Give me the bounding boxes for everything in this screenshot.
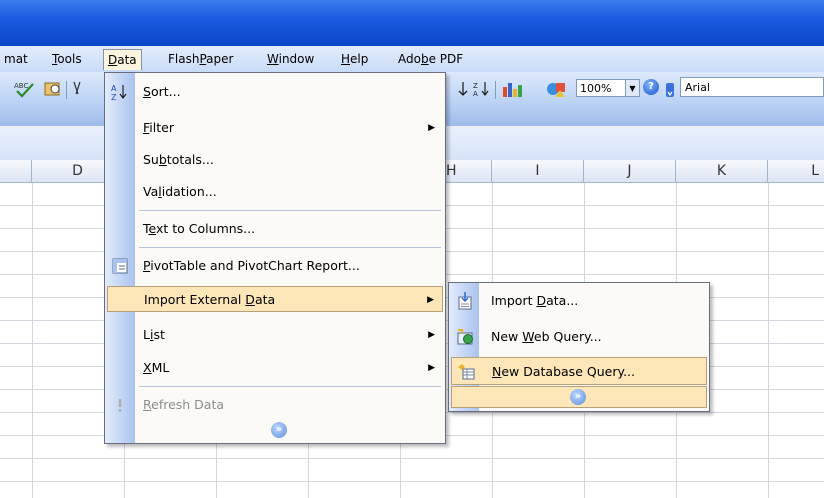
menu-flashpaper[interactable]: FlashPaper [164, 50, 237, 68]
toolbar-options-icon[interactable] [665, 82, 675, 102]
svg-text:Z: Z [473, 82, 478, 90]
drawing-icon[interactable] [545, 79, 567, 103]
menu-help-label: elp [350, 52, 369, 66]
font-name-field[interactable]: Arial [680, 77, 824, 97]
menu-item-validation[interactable]: Validation... [107, 179, 443, 205]
menu-data[interactable]: Data [103, 49, 142, 70]
submenu-item-new-database-query-label: New Database Query... [492, 364, 635, 379]
menu-item-list[interactable]: List ▶ [107, 322, 443, 348]
menu-window[interactable]: Window [263, 50, 318, 68]
menu-adobe-pre: Ado [398, 52, 421, 66]
sort-az-icon: AZ [111, 83, 129, 102]
menu-item-refresh-data-label: Refresh Data [143, 397, 225, 412]
expand-submenu-icon[interactable]: » [570, 389, 586, 405]
submenu-arrow-icon: ▶ [427, 295, 434, 305]
submenu-arrow-icon: ▶ [428, 363, 435, 373]
spelling-icon[interactable]: ABC [14, 80, 36, 102]
zoom-dropdown-icon[interactable]: ▼ [626, 79, 640, 97]
menu-item-subtotals[interactable]: Subtotals... [107, 147, 443, 173]
menu-flashpaper-post: aper [206, 52, 234, 66]
grid-column-line [32, 183, 33, 498]
menu-separator [139, 247, 441, 248]
column-header-k[interactable]: K [676, 160, 768, 182]
menu-item-validation-label: Validation... [143, 184, 217, 199]
toolbar-separator [66, 81, 67, 99]
pivot-table-icon [111, 257, 129, 275]
refresh-icon [111, 396, 129, 414]
menu-item-text-to-columns[interactable]: Text to Columns... [107, 216, 443, 242]
svg-text:A: A [473, 90, 478, 98]
grid-row-line [0, 481, 824, 482]
menu-help-mnemonic: H [341, 52, 351, 66]
zoom-field[interactable]: 100% [576, 79, 626, 97]
grid-column-line [768, 183, 769, 498]
column-header-l[interactable]: L [768, 160, 824, 182]
menu-help[interactable]: Help [337, 50, 372, 68]
expand-menu-icon[interactable]: » [271, 422, 287, 438]
submenu-arrow-icon: ▶ [428, 330, 435, 340]
menu-separator [139, 210, 441, 211]
menu-separator [139, 386, 441, 387]
menu-item-pivottable[interactable]: PivotTable and PivotChart Report... [107, 253, 443, 279]
font-name-value: Arial [685, 81, 710, 94]
import-data-icon [456, 292, 474, 310]
column-header-i[interactable]: I [492, 160, 584, 182]
menu-adobe-mnemonic: b [420, 52, 429, 66]
data-menu: AZ Sort... Filter ▶ Subtotals... Validat… [104, 72, 446, 444]
submenu-item-new-web-query[interactable]: New Web Query... [451, 323, 707, 351]
menu-tools-label: ools [57, 52, 82, 66]
chart-wizard-icon[interactable] [501, 79, 523, 103]
cut-icon[interactable] [72, 80, 82, 102]
menu-window-label: indow [278, 52, 315, 66]
web-query-icon [456, 328, 474, 346]
menu-data-mnemonic: D [108, 53, 118, 67]
menu-item-filter-label: Filter [143, 120, 174, 135]
help-icon[interactable]: ? [643, 79, 659, 95]
column-header-c[interactable] [0, 160, 32, 182]
menu-tools[interactable]: Tools [48, 50, 86, 68]
submenu-arrow-icon: ▶ [428, 123, 435, 133]
database-query-icon [457, 363, 475, 381]
menu-item-import-external-data[interactable]: Import External Data ▶ [107, 286, 443, 312]
title-bar [0, 0, 824, 46]
submenu-item-import-data[interactable]: Import Data... [451, 287, 707, 315]
menu-item-subtotals-label: Subtotals... [143, 152, 214, 167]
menu-adobe-pdf[interactable]: Adobe PDF [394, 50, 467, 68]
menu-flashpaper-pre: Flash [168, 52, 200, 66]
column-header-j[interactable]: J [584, 160, 676, 182]
grid-row-line [0, 458, 824, 459]
toolbar-separator [495, 81, 496, 99]
menu-item-xml[interactable]: XML ▶ [107, 355, 443, 381]
menu-item-pivottable-label: PivotTable and PivotChart Report... [143, 258, 360, 273]
menu-format-label: mat [4, 52, 28, 66]
menu-item-sort[interactable]: AZ Sort... [107, 79, 443, 105]
svg-text:ABC: ABC [14, 82, 28, 90]
menu-item-filter[interactable]: Filter ▶ [107, 115, 443, 141]
submenu-item-new-web-query-label: New Web Query... [491, 329, 602, 344]
menu-item-xml-label: XML [143, 360, 170, 375]
menu-item-text-to-columns-label: Text to Columns... [143, 221, 256, 236]
svg-text:Z: Z [111, 93, 117, 101]
submenu-expand-row[interactable]: » [451, 386, 707, 408]
menu-item-import-external-data-label: Import External Data [144, 292, 276, 307]
submenu-item-new-database-query[interactable]: New Database Query... [451, 357, 707, 385]
menu-window-mnemonic: W [267, 52, 279, 66]
menu-item-refresh-data[interactable]: Refresh Data [107, 392, 443, 418]
menu-data-label: ata [117, 53, 137, 67]
research-icon[interactable] [44, 80, 62, 102]
submenu-item-import-data-label: Import Data... [491, 293, 579, 308]
svg-text:A: A [111, 84, 117, 93]
menu-format[interactable]: mat [0, 50, 32, 68]
menu-adobe-post: e PDF [428, 52, 464, 66]
menu-item-sort-label: Sort... [143, 84, 181, 99]
sort-descending-icon[interactable]: ZA [473, 80, 491, 102]
menu-bar: mat Tools Data FlashPaper Window Help Ad… [0, 46, 824, 72]
import-external-data-submenu: Import Data... New Web Query... New Data… [448, 282, 710, 412]
menu-item-list-label: List [143, 327, 165, 342]
sort-ascending-icon[interactable] [455, 80, 471, 102]
